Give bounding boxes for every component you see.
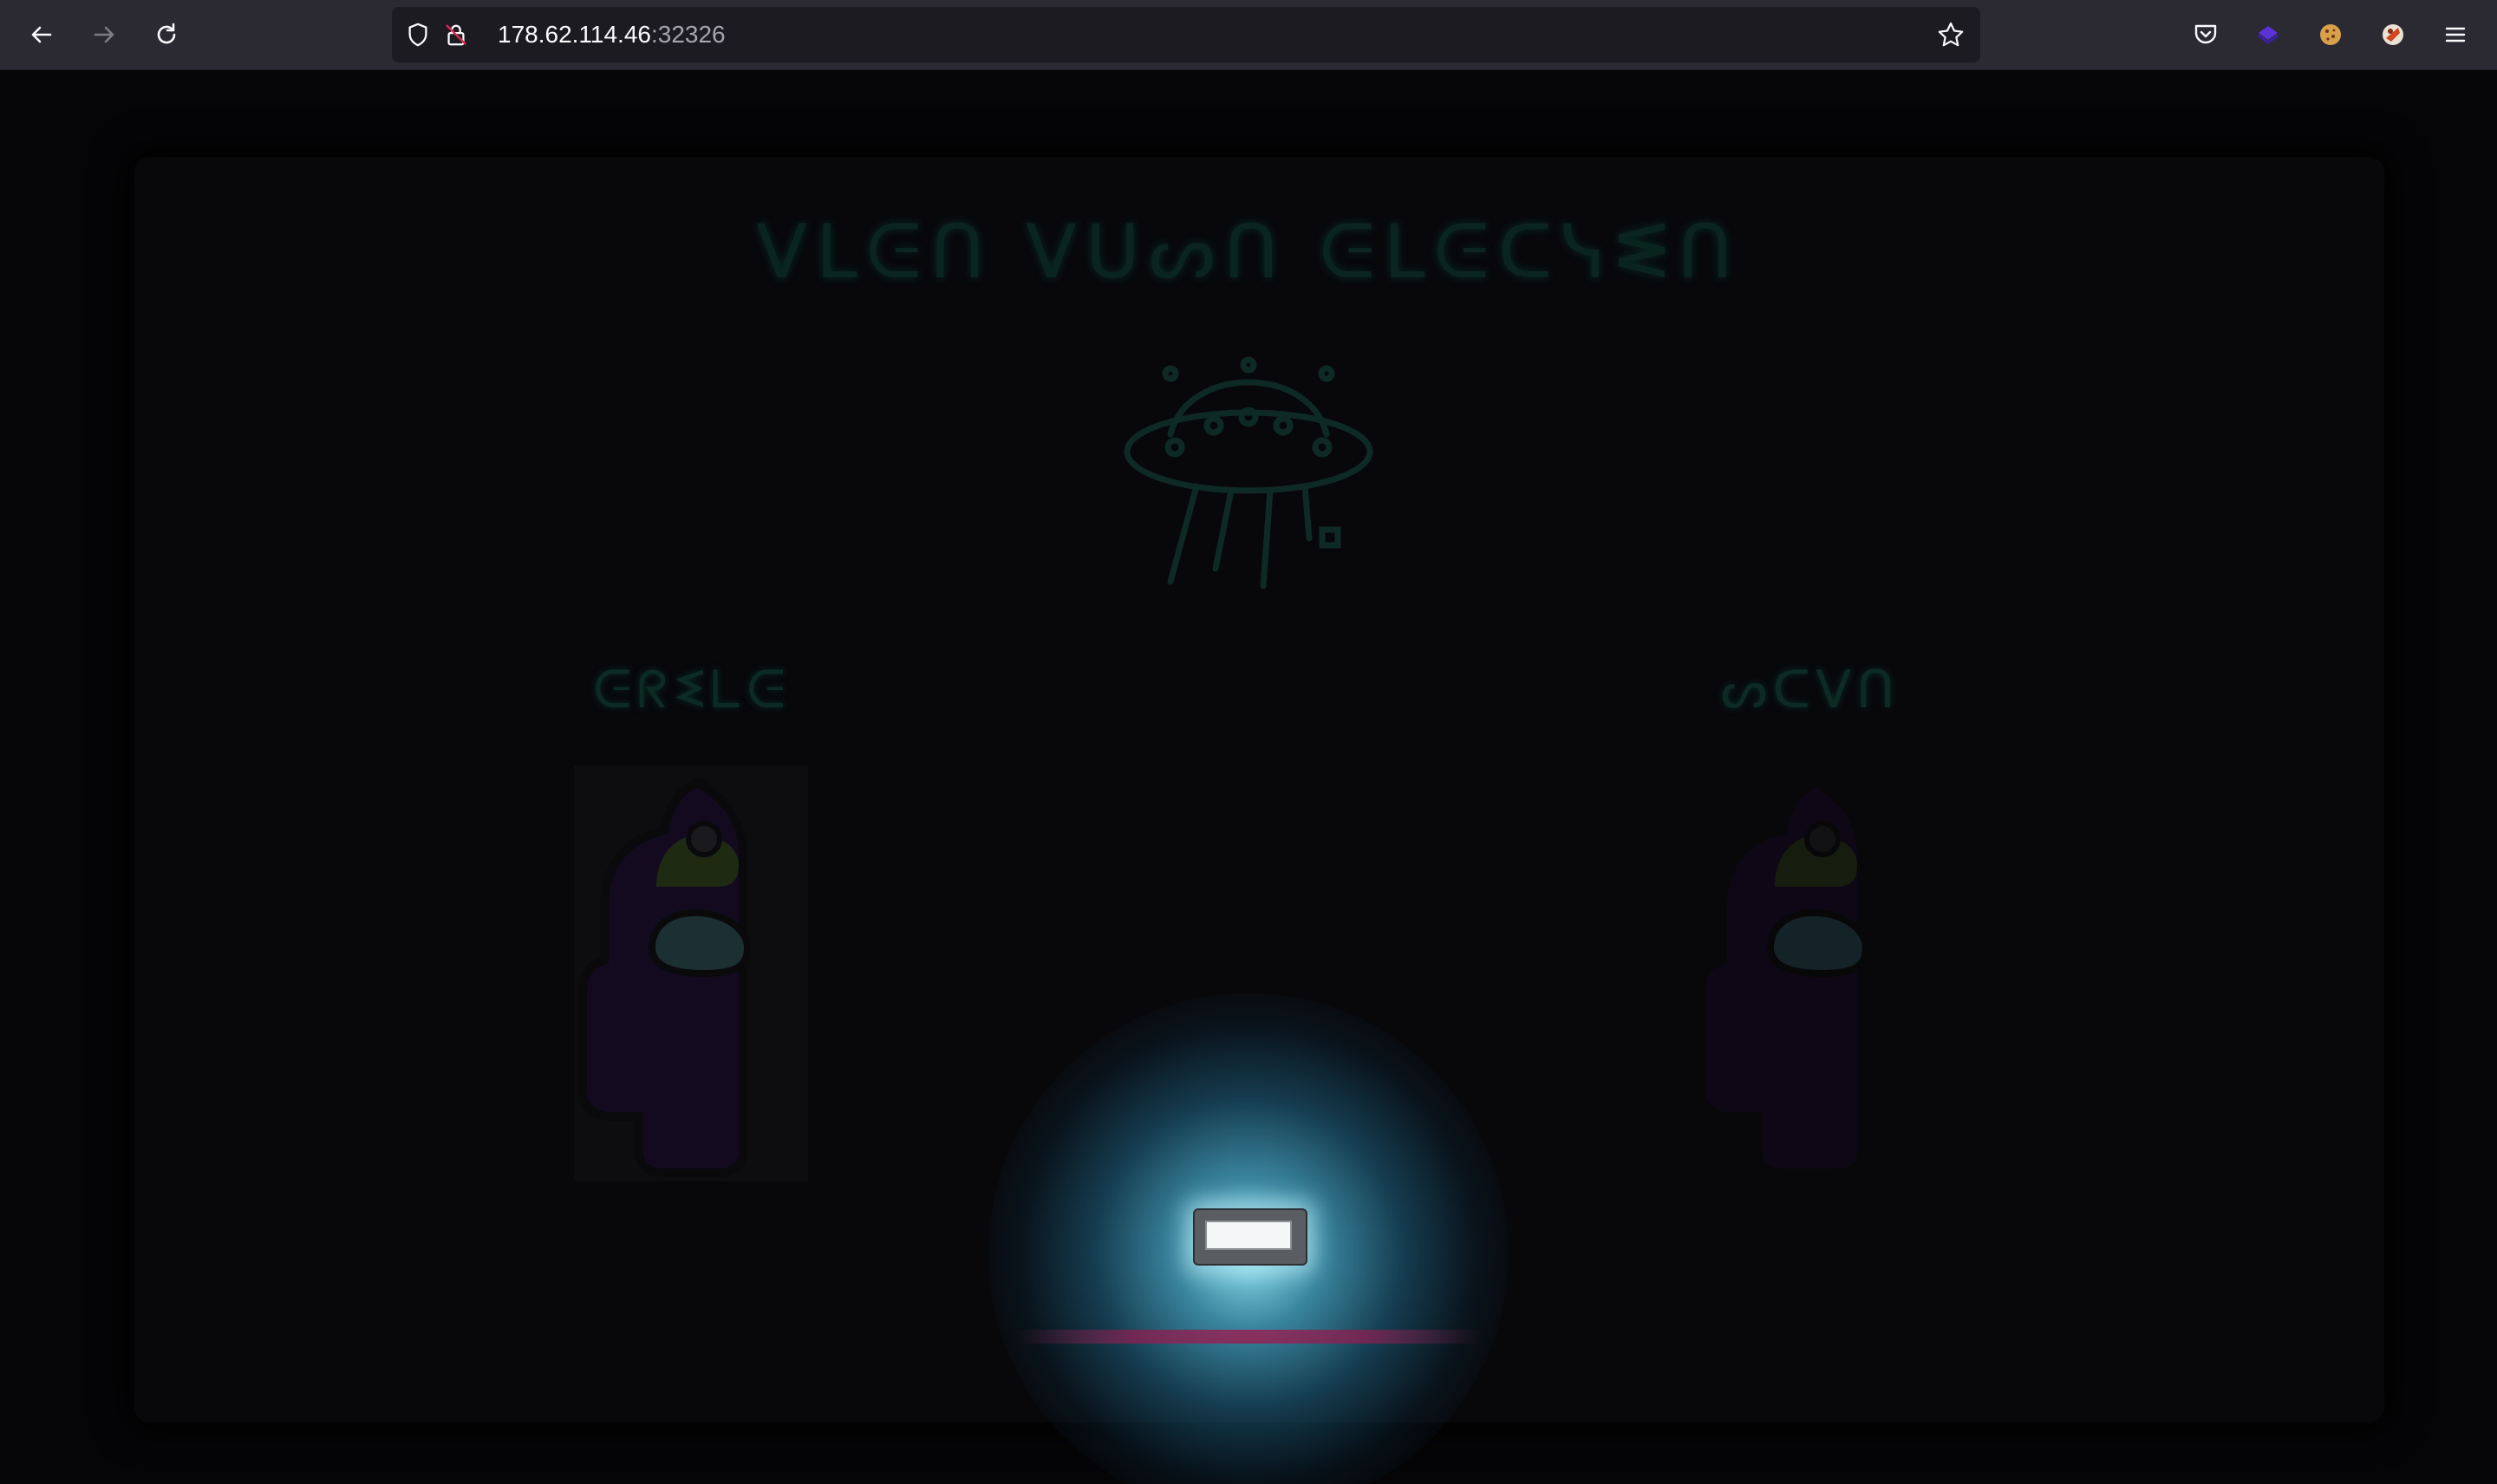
page-title-glyphs: ᐯᒪᕮᑎ ᐯᑌᔕᑎ ᕮᒪᕮᑕᓭᓬᑎ <box>756 209 1741 296</box>
url-text[interactable]: 178.62.114.46:32326 <box>498 7 726 62</box>
url-port: :32326 <box>650 21 726 48</box>
answer-input[interactable] <box>1205 1220 1292 1250</box>
extension-icon[interactable] <box>2376 17 2410 52</box>
right-column-label: ᔕᑕᐯᑎ <box>1720 660 1900 720</box>
back-arrow-icon <box>31 26 52 43</box>
back-button[interactable] <box>21 14 62 55</box>
insecure-lock-icon[interactable] <box>442 21 470 49</box>
hamburger-menu-icon[interactable] <box>2438 17 2473 52</box>
reload-button[interactable] <box>146 14 187 55</box>
browser-toolbar: 178.62.114.46:32326 <box>0 0 2497 70</box>
shield-icon[interactable] <box>404 21 432 49</box>
pocket-icon[interactable] <box>2188 17 2223 52</box>
url-bar[interactable]: 178.62.114.46:32326 <box>392 7 1980 62</box>
forward-button[interactable] <box>83 14 125 55</box>
star-icon[interactable] <box>1937 21 1965 49</box>
stage-line <box>1014 1330 1483 1344</box>
glowing-input-frame <box>1193 1208 1307 1266</box>
cookie-icon[interactable] <box>2313 17 2348 52</box>
reload-icon <box>157 23 176 44</box>
page-content: ᐯᒪᕮᑎ ᐯᑌᔕᑎ ᕮᒪᕮᑕᓭᓬᑎ ᕮᖇᓬᒪᕮ ᔕᑕᐯᑎ <box>0 70 2497 1484</box>
left-column-label: ᕮᖇᓬᒪᕮ <box>593 660 791 720</box>
forward-arrow-icon <box>94 26 114 43</box>
url-host: 178.62.114.46 <box>498 21 651 48</box>
crewmate-image <box>578 778 752 1177</box>
left-character-card[interactable] <box>574 765 808 1181</box>
crewmate-image-right <box>1697 778 1870 1177</box>
ufo-icon <box>1124 356 1373 589</box>
right-character-card[interactable] <box>1692 765 1927 1181</box>
purple-extension-icon[interactable] <box>2251 17 2285 52</box>
